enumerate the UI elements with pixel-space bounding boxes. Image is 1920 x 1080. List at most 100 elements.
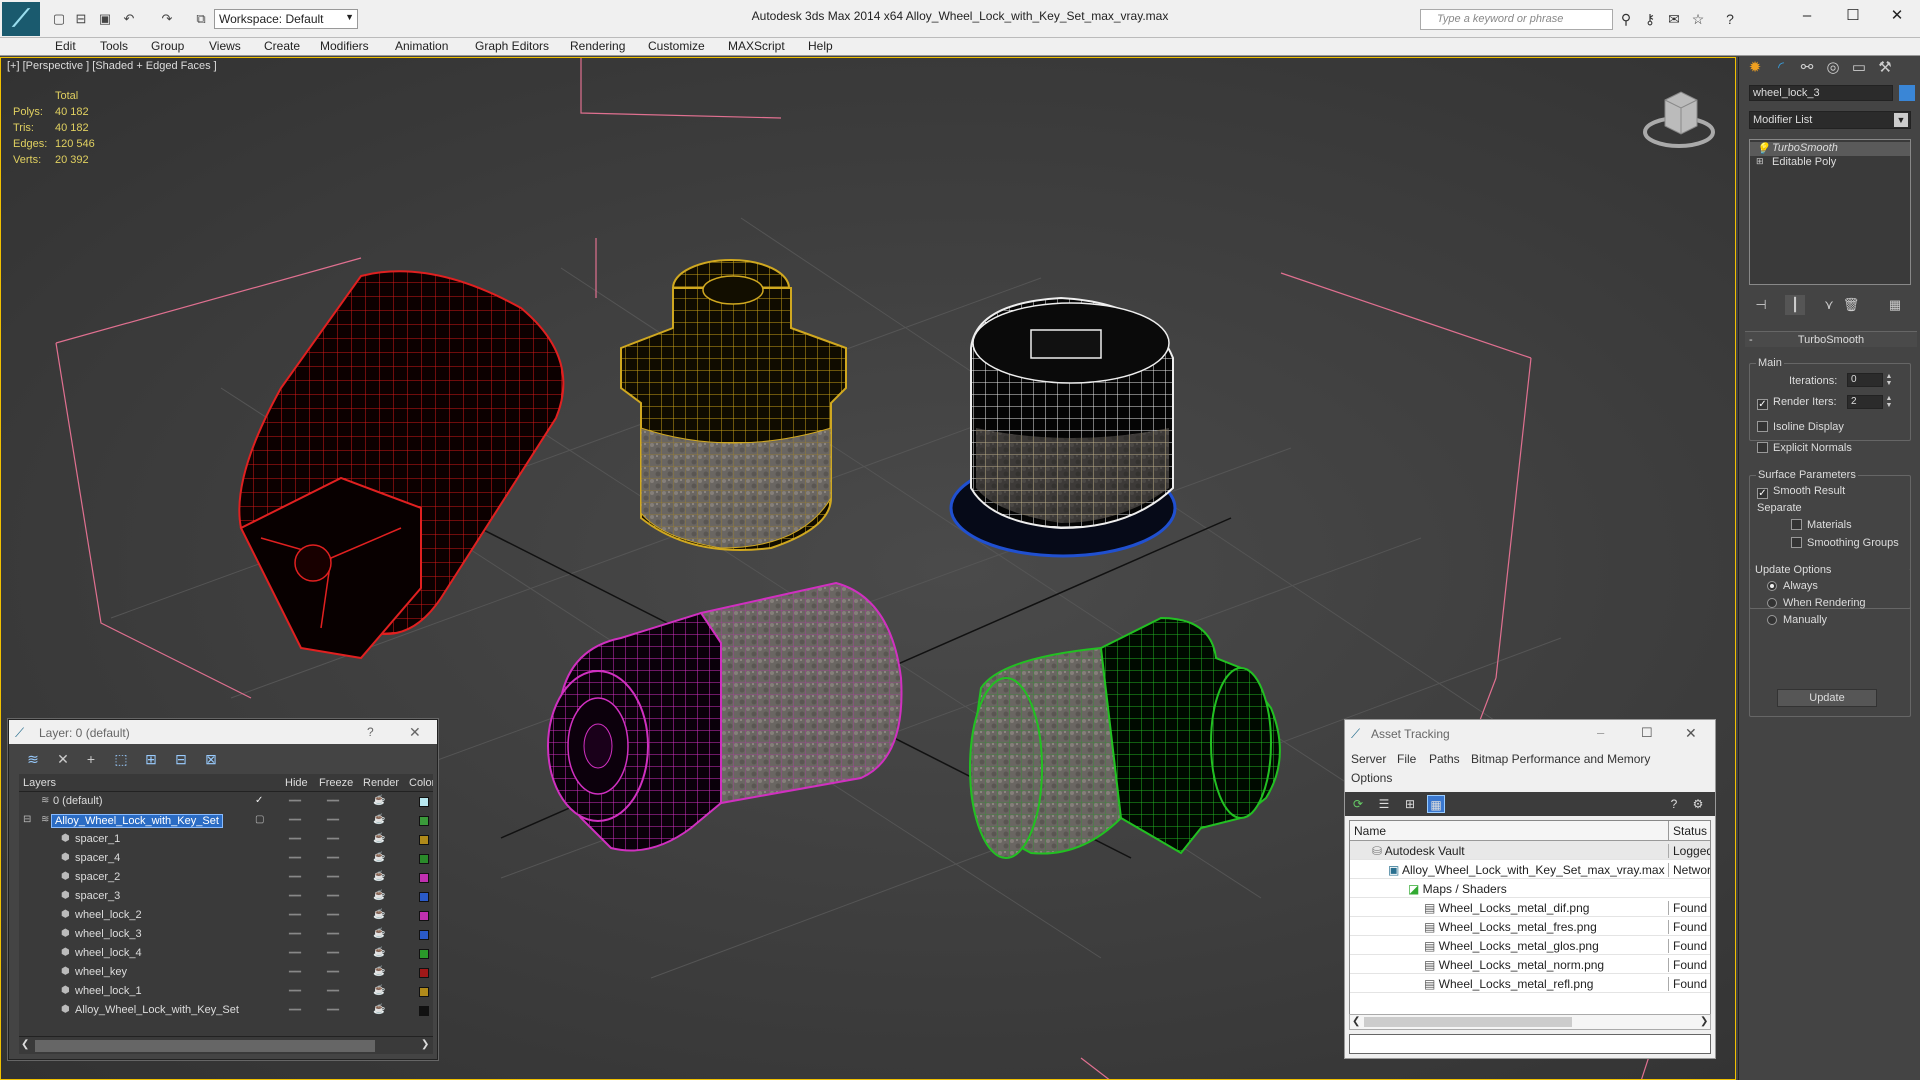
motion-tab-icon[interactable]: ◎: [1821, 57, 1845, 79]
object-name[interactable]: wheel_lock_3: [75, 928, 142, 940]
key-icon[interactable]: ⚷: [1640, 10, 1660, 28]
layer-row[interactable]: ⬢ wheel_key ━━ ━━ ☕: [19, 963, 433, 982]
column-hide[interactable]: Hide: [285, 777, 308, 789]
layers-icon[interactable]: ≋: [21, 748, 45, 770]
binoculars-icon[interactable]: ⚲: [1616, 10, 1636, 28]
render-teapot-icon[interactable]: ☕: [373, 928, 385, 939]
object-name[interactable]: wheel_lock_2: [75, 909, 142, 921]
favorites-star-icon[interactable]: ☆: [1688, 10, 1708, 28]
freeze-toggle[interactable]: ━━: [327, 1005, 339, 1016]
smooth-result-checkbox[interactable]: ✓: [1757, 488, 1768, 499]
asset-row[interactable]: ▤ Wheel_Locks_metal_dif.png Found: [1350, 898, 1710, 917]
hide-toggle[interactable]: ━━: [289, 986, 301, 997]
freeze-toggle[interactable]: ━━: [327, 910, 339, 921]
tree-view-icon[interactable]: ⊞: [1401, 795, 1419, 813]
object-name-field[interactable]: wheel_lock_3: [1749, 85, 1893, 101]
hide-toggle[interactable]: ━━: [289, 967, 301, 978]
object-color-swatch[interactable]: [419, 911, 429, 921]
smoothing-groups-checkbox[interactable]: [1791, 537, 1802, 548]
column-status[interactable]: Status: [1668, 821, 1711, 841]
new-file-icon[interactable]: ▢: [50, 10, 68, 28]
render-iters-spinner[interactable]: 2: [1847, 395, 1883, 409]
scroll-right-icon[interactable]: ❯: [1700, 1016, 1708, 1027]
menu-modifiers[interactable]: Modifiers: [320, 39, 369, 53]
hide-toggle[interactable]: ━━: [289, 948, 301, 959]
menu-rendering[interactable]: Rendering: [570, 39, 625, 53]
minimize-icon[interactable]: –: [1597, 725, 1604, 740]
remove-modifier-icon[interactable]: 🗑: [1841, 295, 1861, 315]
iterations-spinner[interactable]: 0: [1847, 373, 1883, 387]
object-color-swatch[interactable]: [419, 873, 429, 883]
menu-bitmap-performance[interactable]: Bitmap Performance and Memory: [1471, 752, 1650, 766]
hide-toggle[interactable]: ━━: [289, 872, 301, 883]
layer-row[interactable]: ⬢ spacer_4 ━━ ━━ ☕: [19, 849, 433, 868]
undo-icon[interactable]: ↶: [120, 10, 138, 28]
asset-row[interactable]: ▤ Wheel_Locks_metal_refl.png Found: [1350, 974, 1710, 993]
turbosmooth-rollout-header[interactable]: - TurboSmooth: [1745, 331, 1917, 347]
help-icon[interactable]: ?: [1720, 10, 1740, 28]
search-input[interactable]: Type a keyword or phrase: [1420, 9, 1613, 30]
layer-row[interactable]: ⬢ wheel_lock_4 ━━ ━━ ☕: [19, 944, 433, 963]
layer-row[interactable]: ⬢ wheel_lock_3 ━━ ━━ ☕: [19, 925, 433, 944]
isoline-display-checkbox[interactable]: [1757, 421, 1768, 432]
freeze-toggle[interactable]: ━━: [327, 872, 339, 883]
render-teapot-icon[interactable]: ☕: [373, 985, 385, 996]
explicit-normals-checkbox[interactable]: [1757, 442, 1768, 453]
materials-checkbox[interactable]: [1791, 519, 1802, 530]
menu-edit[interactable]: Edit: [55, 39, 76, 53]
make-unique-icon[interactable]: ⋎: [1819, 295, 1839, 315]
expand-plus-icon[interactable]: ⊞: [1756, 156, 1764, 167]
pin-stack-icon[interactable]: ⊣: [1751, 295, 1771, 315]
update-manually-radio[interactable]: [1767, 615, 1777, 625]
spinner-arrows-icon[interactable]: ▲ ▼: [1885, 373, 1893, 387]
layer-row[interactable]: ≋ 0 (default) ✓ ━━ ━━ ☕: [19, 792, 433, 811]
hide-toggle[interactable]: ━━: [289, 929, 301, 940]
asset-row[interactable]: ▤ Wheel_Locks_metal_glos.png Found: [1350, 936, 1710, 955]
layer-row[interactable]: ⬢ Alloy_Wheel_Lock_with_Key_Set ━━ ━━ ☕: [19, 1001, 433, 1020]
menu-tools[interactable]: Tools: [100, 39, 128, 53]
project-folder-icon[interactable]: ⧉: [192, 10, 210, 28]
render-teapot-icon[interactable]: ☕: [373, 795, 385, 806]
asset-row[interactable]: ⛁ Autodesk Vault Logged: [1350, 841, 1710, 860]
scrollbar-thumb[interactable]: [1364, 1017, 1572, 1027]
isoline-display-row[interactable]: Isoline Display: [1757, 421, 1844, 433]
render-teapot-icon[interactable]: ☕: [373, 947, 385, 958]
create-tab-icon[interactable]: ✹: [1743, 57, 1767, 79]
asset-status-field[interactable]: [1349, 1034, 1711, 1054]
asset-horizontal-scrollbar[interactable]: ❮ ❯: [1349, 1014, 1711, 1030]
close-icon[interactable]: ✕: [1685, 725, 1697, 742]
scroll-right-icon[interactable]: ❯: [421, 1039, 429, 1050]
modifier-list-dropdown[interactable]: Modifier List ▼: [1749, 111, 1911, 129]
materials-row[interactable]: Materials: [1791, 519, 1852, 531]
layer-name[interactable]: 0 (default): [53, 795, 103, 807]
update-always-radio[interactable]: [1767, 581, 1777, 591]
active-layer-box[interactable]: ▢: [255, 814, 264, 825]
asset-row[interactable]: ▤ Wheel_Locks_metal_fres.png Found: [1350, 917, 1710, 936]
configure-sets-icon[interactable]: ▦: [1885, 295, 1905, 315]
lightbulb-icon[interactable]: 💡: [1756, 142, 1770, 155]
render-teapot-icon[interactable]: ☕: [373, 871, 385, 882]
menu-animation[interactable]: Animation: [395, 39, 448, 53]
menu-server[interactable]: Server: [1351, 752, 1386, 766]
maximize-icon[interactable]: ☐: [1641, 725, 1653, 741]
menu-help[interactable]: Help: [808, 39, 833, 53]
menu-group[interactable]: Group: [151, 39, 184, 53]
object-color-swatch[interactable]: [419, 949, 429, 959]
render-teapot-icon[interactable]: ☕: [373, 890, 385, 901]
display-tab-icon[interactable]: ▭: [1847, 57, 1871, 79]
layer-row[interactable]: ⬢ spacer_2 ━━ ━━ ☕: [19, 868, 433, 887]
render-teapot-icon[interactable]: ☕: [373, 909, 385, 920]
close-button[interactable]: ✕: [1874, 4, 1920, 28]
object-color-swatch[interactable]: [419, 892, 429, 902]
workspace-select[interactable]: Workspace: Default ▼: [214, 9, 358, 29]
app-logo-icon[interactable]: ⟋: [2, 2, 40, 36]
update-manually-row[interactable]: Manually: [1767, 614, 1827, 626]
freeze-toggle[interactable]: ━━: [327, 986, 339, 997]
layer-color-swatch[interactable]: [419, 797, 429, 807]
layer-row[interactable]: ⬢ spacer_1 ━━ ━━ ☕: [19, 830, 433, 849]
column-layers[interactable]: Layers: [23, 777, 56, 789]
menu-views[interactable]: Views: [209, 39, 241, 53]
viewport-label[interactable]: [+] [Perspective ] [Shaded + Edged Faces…: [7, 60, 217, 72]
redo-icon[interactable]: ↷: [158, 10, 176, 28]
object-color-swatch[interactable]: [419, 835, 429, 845]
